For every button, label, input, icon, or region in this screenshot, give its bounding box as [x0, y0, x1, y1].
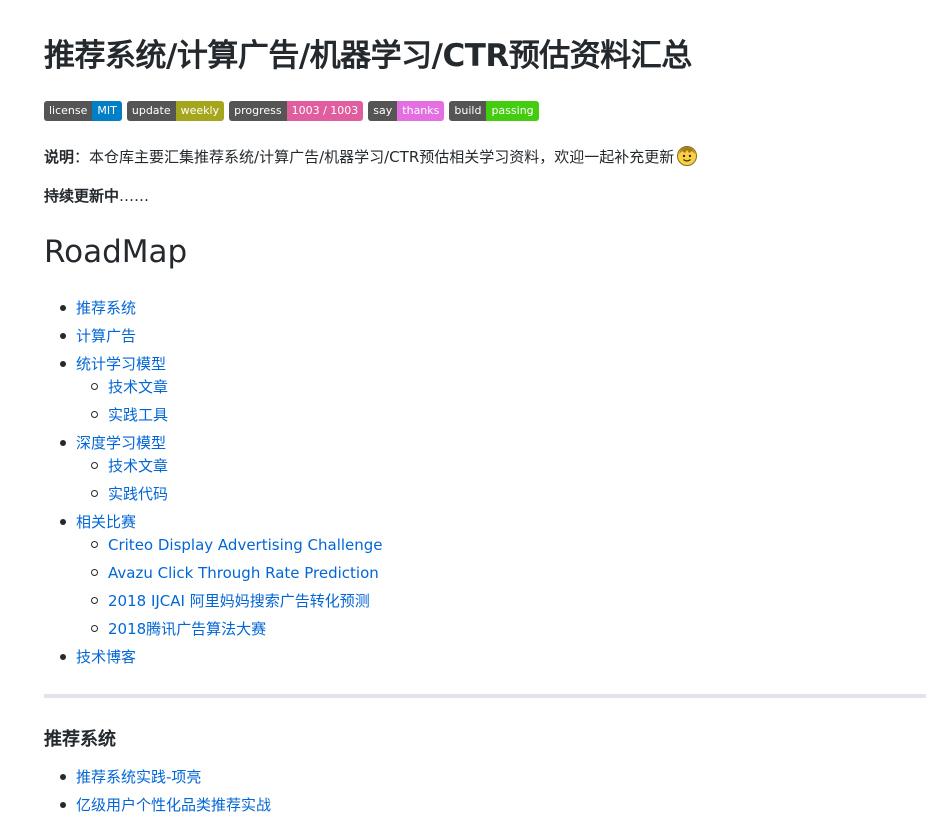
- badge-label: license: [44, 101, 93, 121]
- list-item: 统计学习模型 技术文章 实践工具: [44, 353, 844, 426]
- sublist-item: Criteo Display Advertising Challenge: [76, 534, 844, 556]
- roadmap-sublink[interactable]: 实践工具: [108, 406, 168, 424]
- page-title: 推荐系统/计算广告/机器学习/CTR预估资料汇总: [44, 38, 692, 74]
- badge-value: MIT: [92, 101, 122, 121]
- roadmap-sublink[interactable]: 技术文章: [108, 457, 168, 475]
- smiling-face-icon: [676, 145, 698, 167]
- badge-label: build: [449, 101, 487, 121]
- sublist-item: 2018 IJCAI 阿里妈妈搜索广告转化预测: [76, 590, 844, 612]
- badge-value: passing: [486, 101, 539, 121]
- sublist-item: 技术文章: [76, 455, 844, 477]
- list-item: 推荐系统实践-项亮: [44, 766, 844, 788]
- roadmap-heading: RoadMap: [44, 234, 188, 270]
- intro-paragraph: 说明：本仓库主要汇集推荐系统/计算广告/机器学习/CTR预估相关学习资料，欢迎一…: [44, 145, 698, 168]
- sublist: Criteo Display Advertising Challenge Ava…: [76, 534, 844, 640]
- roadmap-link-blogs[interactable]: 技术博客: [76, 648, 136, 666]
- updating-dots: ……: [119, 187, 150, 205]
- badge-label: say: [368, 101, 398, 121]
- roadmap-sublink[interactable]: 2018腾讯广告算法大赛: [108, 620, 266, 638]
- sublist-item: 技术文章: [76, 376, 844, 398]
- list-item: 亿级用户个性化品类推荐实战: [44, 794, 844, 816]
- updating-text: 持续更新中: [44, 187, 120, 205]
- list-item: 计算广告: [44, 325, 844, 347]
- roadmap-link-deep-models[interactable]: 深度学习模型: [76, 434, 166, 452]
- badge-label: update: [126, 101, 176, 121]
- progress-badge[interactable]: progress 1003 / 1003: [229, 101, 364, 121]
- update-badge[interactable]: update weekly: [126, 101, 225, 121]
- roadmap-list: 推荐系统 计算广告 统计学习模型 技术文章 实践工具 深度学习模型 技术文章 实…: [44, 297, 844, 674]
- badge-value: 1003 / 1003: [286, 101, 364, 121]
- sublist-item: 实践代码: [76, 483, 844, 505]
- sublist-item: Avazu Click Through Rate Prediction: [76, 562, 844, 584]
- intro-label: 说明: [44, 148, 75, 166]
- license-badge[interactable]: license MIT: [44, 101, 122, 121]
- roadmap-sublink[interactable]: Avazu Click Through Rate Prediction: [108, 564, 379, 582]
- intro-text: ：本仓库主要汇集推荐系统/计算广告/机器学习/CTR预估相关学习资料，欢迎一起补…: [74, 148, 675, 166]
- roadmap-sublink[interactable]: 实践代码: [108, 485, 168, 503]
- say-badge[interactable]: say thanks: [368, 101, 445, 121]
- sublist-item: 2018腾讯广告算法大赛: [76, 618, 844, 640]
- sublist-item: 实践工具: [76, 404, 844, 426]
- list-item: 深度学习模型 技术文章 实践代码: [44, 432, 844, 505]
- sublist: 技术文章 实践代码: [76, 455, 844, 505]
- section-heading: 推荐系统: [44, 729, 116, 750]
- roadmap-link-competitions[interactable]: 相关比赛: [76, 513, 136, 531]
- badge-row: license MIT update weekly progress 1003 …: [44, 101, 539, 121]
- readme-page: 推荐系统/计算广告/机器学习/CTR预估资料汇总 license MIT upd…: [0, 0, 934, 838]
- recsys-link[interactable]: 推荐系统实践-项亮: [76, 768, 201, 786]
- build-badge[interactable]: build passing: [449, 101, 539, 121]
- list-item: 推荐系统: [44, 297, 844, 319]
- sublist: 技术文章 实践工具: [76, 376, 844, 426]
- horizontal-rule: [44, 694, 926, 698]
- roadmap-sublink[interactable]: Criteo Display Advertising Challenge: [108, 536, 383, 554]
- roadmap-sublink[interactable]: 2018 IJCAI 阿里妈妈搜索广告转化预测: [108, 592, 370, 610]
- list-item: 技术博客: [44, 646, 844, 668]
- updating-note: 持续更新中……: [44, 185, 149, 207]
- roadmap-sublink[interactable]: 技术文章: [108, 378, 168, 396]
- badge-value: weekly: [175, 101, 225, 121]
- roadmap-link-recsys[interactable]: 推荐系统: [76, 299, 136, 317]
- recsys-link[interactable]: 亿级用户个性化品类推荐实战: [76, 796, 271, 814]
- badge-value: thanks: [397, 101, 445, 121]
- badge-label: progress: [229, 101, 287, 121]
- recsys-link-list: 推荐系统实践-项亮 亿级用户个性化品类推荐实战: [44, 766, 844, 822]
- list-item: 相关比赛 Criteo Display Advertising Challeng…: [44, 511, 844, 640]
- roadmap-link-ads[interactable]: 计算广告: [76, 327, 136, 345]
- roadmap-link-stat-models[interactable]: 统计学习模型: [76, 355, 166, 373]
